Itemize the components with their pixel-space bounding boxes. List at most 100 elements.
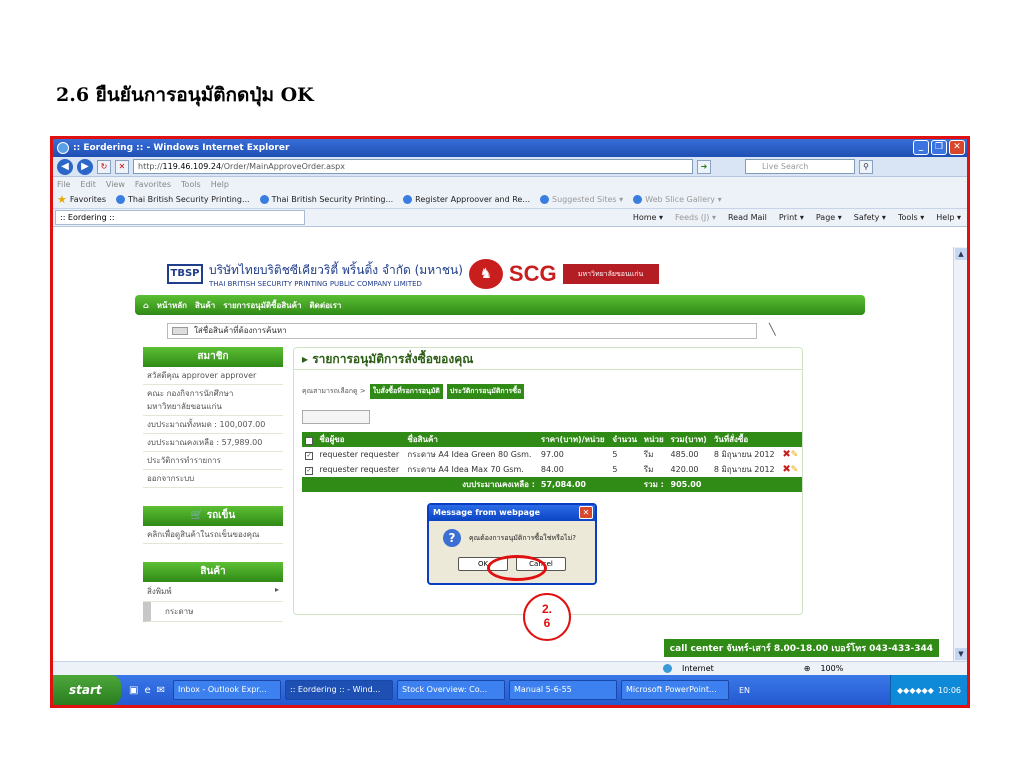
cart-box-title: 🛒 รถเข็น xyxy=(143,506,283,526)
help-menu[interactable]: Help ▾ xyxy=(936,213,961,222)
close-window-button[interactable]: ✕ xyxy=(949,140,965,155)
stop-icon[interactable]: ✕ xyxy=(115,159,129,174)
search-icon[interactable]: ⚲ xyxy=(859,159,873,174)
status-bar: Internet ⊕ 100% xyxy=(53,661,967,675)
task-powerpoint[interactable]: Microsoft PowerPoint... xyxy=(621,680,729,700)
row-checkbox[interactable]: ✓ xyxy=(305,451,313,460)
dialog-close-button[interactable]: ✕ xyxy=(579,506,593,519)
menu-help[interactable]: Help xyxy=(211,180,229,189)
approval-history-tab[interactable]: ประวัติการอนุมัติการซื้อ xyxy=(446,384,525,399)
screenshot-frame: :: Eordering :: - Windows Internet Explo… xyxy=(50,136,970,708)
view-cart-link[interactable]: คลิกเพื่อดูสินค้าในรถเข็นของคุณ xyxy=(143,526,283,544)
start-button[interactable]: start xyxy=(53,675,121,705)
go-icon[interactable]: ➜ xyxy=(697,159,711,174)
task-outlook[interactable]: Inbox - Outlook Expr... xyxy=(173,680,281,700)
globe-icon xyxy=(663,664,672,673)
cell-product: กระดาษ A4 Idea Max 70 Gsm. xyxy=(407,465,524,474)
ie-page-icon xyxy=(259,195,269,204)
menu-view[interactable]: View xyxy=(106,180,125,189)
language-indicator[interactable]: EN xyxy=(739,686,750,695)
total-budget: งบประมาณทั้งหมด : 100,007.00 xyxy=(143,416,283,434)
url-field[interactable]: http://119.46.109.24/Order/MainApproveOr… xyxy=(133,159,693,174)
print-button[interactable]: Print ▾ xyxy=(779,213,804,222)
pending-orders-tab[interactable]: ใบสั่งซื้อที่รอการอนุมัติ xyxy=(369,384,443,399)
menu-favorites[interactable]: Favorites xyxy=(135,180,171,189)
suggested-sites-link[interactable]: Suggested Sites ▾ xyxy=(539,195,623,204)
nav-products[interactable]: สินค้า xyxy=(195,299,215,312)
cell-qty: 5 xyxy=(612,450,618,459)
task-manual-folder[interactable]: Manual 5-6-55 xyxy=(509,680,617,700)
home-button[interactable]: Home ▾ xyxy=(633,213,663,222)
row-checkbox[interactable]: ✓ xyxy=(305,466,313,475)
vertical-scrollbar[interactable]: ▲ ▼ xyxy=(953,247,967,661)
scroll-up-icon[interactable]: ▲ xyxy=(955,248,967,260)
member-faculty: คณะ กองกิจการนักศึกษา มหาวิทยาลัยขอนแก่น xyxy=(143,385,283,416)
col-product: ชื่อสินค้า xyxy=(404,432,538,447)
cell-product: กระดาษ A4 Idea Green 80 Gsm. xyxy=(407,450,532,459)
tools-menu[interactable]: Tools ▾ xyxy=(898,213,924,222)
question-icon: ? xyxy=(443,529,461,547)
window-title: :: Eordering :: - Windows Internet Explo… xyxy=(73,143,290,153)
scroll-down-icon[interactable]: ▼ xyxy=(955,648,967,660)
favorite-link[interactable]: Thai British Security Printing... xyxy=(116,195,250,204)
menu-file[interactable]: File xyxy=(57,180,70,189)
cell-total: 420.00 xyxy=(670,465,699,474)
outlook-icon[interactable]: ✉ xyxy=(157,685,165,696)
safety-menu[interactable]: Safety ▾ xyxy=(854,213,886,222)
desktop-icon[interactable]: ▣ xyxy=(129,685,138,696)
approve-button[interactable] xyxy=(302,410,370,424)
live-search-input[interactable]: Live Search xyxy=(745,159,855,174)
minimize-button[interactable]: _ xyxy=(913,140,929,155)
delete-icon[interactable]: ✖ xyxy=(782,449,790,460)
product-search-input[interactable]: ใส่ชื่อสินค้าที่ต้องการค้นหา xyxy=(167,323,757,339)
page-menu[interactable]: Page ▾ xyxy=(816,213,842,222)
site-header: TBSP บริษัทไทยบริติชซีเคียวริตี้ พริ้นติ… xyxy=(167,259,659,289)
nav-home[interactable]: หน้าหลัก xyxy=(157,299,187,312)
tab-eordering[interactable]: :: Eordering :: xyxy=(55,210,305,225)
ie-icon[interactable]: e xyxy=(144,685,150,696)
menu-tools[interactable]: Tools xyxy=(181,180,201,189)
system-tray: ◆◆◆◆◆◆ 10:06 xyxy=(890,675,967,705)
task-stock-overview[interactable]: Stock Overview: Co... xyxy=(397,680,505,700)
clock: 10:06 xyxy=(937,685,961,695)
orders-table: ✓ ชื่อผู้ขอ ชื่อสินค้า ราคา(บาท)/หน่วย จ… xyxy=(302,432,802,492)
scg-logo: SCG xyxy=(508,261,557,286)
task-eordering[interactable]: :: Eordering :: - Wind... xyxy=(285,680,393,700)
favorites-button[interactable]: ★ Favorites xyxy=(57,193,106,206)
category-printing[interactable]: สิ่งพิมพ์ ▸ xyxy=(143,582,283,602)
search-icon[interactable]: ╲ xyxy=(769,323,776,336)
keyboard-icon xyxy=(172,327,188,335)
back-icon[interactable]: ◀ xyxy=(57,158,73,175)
feeds-button[interactable]: Feeds (J) ▾ xyxy=(675,213,716,222)
nav-approval-list[interactable]: รายการอนุมัติซื้อสินค้า xyxy=(223,299,301,312)
star-icon: ★ xyxy=(57,193,67,206)
table-row: ✓ requester requester กระดาษ A4 Idea Max… xyxy=(302,462,802,477)
forward-icon[interactable]: ▶ xyxy=(77,158,93,175)
favorite-link[interactable]: Register Approover and Re... xyxy=(403,195,530,204)
dialog-message: คุณต้องการอนุมัติการซื้อใช่หรือไม่? xyxy=(469,533,576,542)
tray-icons[interactable]: ◆◆◆◆◆◆ xyxy=(897,686,934,695)
nav-contact[interactable]: ติดต่อเรา xyxy=(309,299,341,312)
zoom-level[interactable]: 100% xyxy=(820,664,843,673)
select-all-checkbox[interactable]: ✓ xyxy=(302,432,317,447)
favorite-link[interactable]: Thai British Security Printing... xyxy=(259,195,393,204)
cell-requester: requester requester xyxy=(319,465,400,474)
col-requester: ชื่อผู้ขอ xyxy=(316,432,405,447)
delete-icon[interactable]: ✖ xyxy=(782,464,790,475)
edit-icon[interactable]: ✎ xyxy=(791,450,799,460)
category-paper[interactable]: กระดาษ xyxy=(143,602,283,622)
scg-elephant-icon: ♞ xyxy=(468,259,503,289)
window-titlebar: :: Eordering :: - Windows Internet Explo… xyxy=(53,139,967,157)
logout-link[interactable]: ออกจากระบบ xyxy=(143,470,283,488)
read-mail-button[interactable]: Read Mail xyxy=(728,213,767,222)
page-viewport: TBSP บริษัทไทยบริติชซีเคียวริตี้ พริ้นติ… xyxy=(53,247,953,661)
history-link[interactable]: ประวัติการทำรายการ xyxy=(143,452,283,470)
maximize-button[interactable]: ❐ xyxy=(931,140,947,155)
edit-icon[interactable]: ✎ xyxy=(791,465,799,475)
menu-bar: File Edit View Favorites Tools Help xyxy=(53,177,967,191)
sum-label: รวม : xyxy=(640,477,668,492)
web-slice-gallery-link[interactable]: Web Slice Gallery ▾ xyxy=(633,195,722,204)
ie-page-icon xyxy=(403,195,413,204)
menu-edit[interactable]: Edit xyxy=(80,180,96,189)
refresh-icon[interactable]: ↻ xyxy=(97,159,111,174)
